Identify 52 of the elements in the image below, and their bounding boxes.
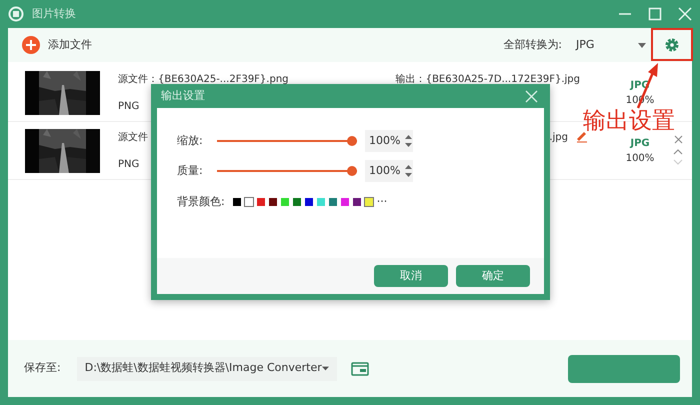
close-button[interactable] xyxy=(678,7,692,21)
highlight-box xyxy=(651,28,693,61)
remove-icon[interactable] xyxy=(674,135,682,144)
settings-icon[interactable] xyxy=(664,37,680,53)
add-files-link[interactable]: 添加文件 xyxy=(48,36,92,54)
color-swatch[interactable] xyxy=(244,198,253,206)
convert-all-label: 全部转换为: xyxy=(503,36,562,53)
caret-icon xyxy=(638,42,646,48)
format-select[interactable]: JPG xyxy=(576,36,646,54)
color-swatch[interactable] xyxy=(292,198,301,206)
source-filename: 源文件 xyxy=(118,130,148,144)
move-up-icon[interactable] xyxy=(673,148,683,155)
color-swatch[interactable] xyxy=(256,198,265,206)
slider-thumb[interactable] xyxy=(347,166,357,176)
app-logo-icon xyxy=(8,6,24,22)
number-spinner[interactable]: 100% xyxy=(365,130,413,152)
add-icon[interactable] xyxy=(22,36,40,54)
dialog-title: 输出设置 xyxy=(161,88,205,104)
close-button[interactable] xyxy=(525,90,538,102)
spinner-arrows-icon[interactable] xyxy=(404,164,413,178)
color-swatch[interactable] xyxy=(364,198,373,206)
convert-button[interactable] xyxy=(568,354,680,382)
slider-thumb[interactable] xyxy=(347,136,357,146)
source-format: PNG xyxy=(118,158,140,172)
window-title: 图片转换 xyxy=(32,6,76,22)
color-swatch[interactable] xyxy=(340,198,349,206)
color-swatch[interactable] xyxy=(316,198,325,206)
spinner-arrows-icon[interactable] xyxy=(404,134,413,148)
color-swatch[interactable] xyxy=(352,198,361,206)
caret-icon xyxy=(322,366,329,371)
color-swatch[interactable] xyxy=(232,198,241,206)
save-path-field[interactable]: D:\数据蛙\数据蛙视频转换器\Image Converter xyxy=(76,356,337,380)
color-swatch[interactable] xyxy=(328,198,337,206)
number-spinner[interactable]: 100% xyxy=(365,160,413,182)
maximize-button[interactable] xyxy=(648,7,662,21)
save-to-label: 保存至: xyxy=(24,360,61,376)
target-format[interactable]: JPG xyxy=(630,136,650,150)
edit-icon[interactable] xyxy=(576,130,588,142)
output-filename: .jpg xyxy=(549,130,568,144)
color-swatch[interactable] xyxy=(268,198,277,206)
source-format: PNG xyxy=(118,100,140,114)
slider-label: 质量: xyxy=(177,162,204,179)
source-filename: 源文件：{BE630A25-...2F39F}.png xyxy=(118,72,289,86)
output-filename: 输出：{BE630A25-7D...172E39F}.jpg xyxy=(396,72,580,86)
color-swatch[interactable] xyxy=(304,198,313,206)
slider-label: 缩放: xyxy=(177,132,204,149)
more-colors-button[interactable]: ··· xyxy=(376,194,388,210)
color-swatch[interactable] xyxy=(280,198,289,206)
quality-value: 100% xyxy=(626,152,654,166)
background-color-label: 背景颜色: xyxy=(177,194,225,210)
folder-icon[interactable] xyxy=(350,360,369,376)
annotation-label: 输出设置 xyxy=(583,108,675,136)
